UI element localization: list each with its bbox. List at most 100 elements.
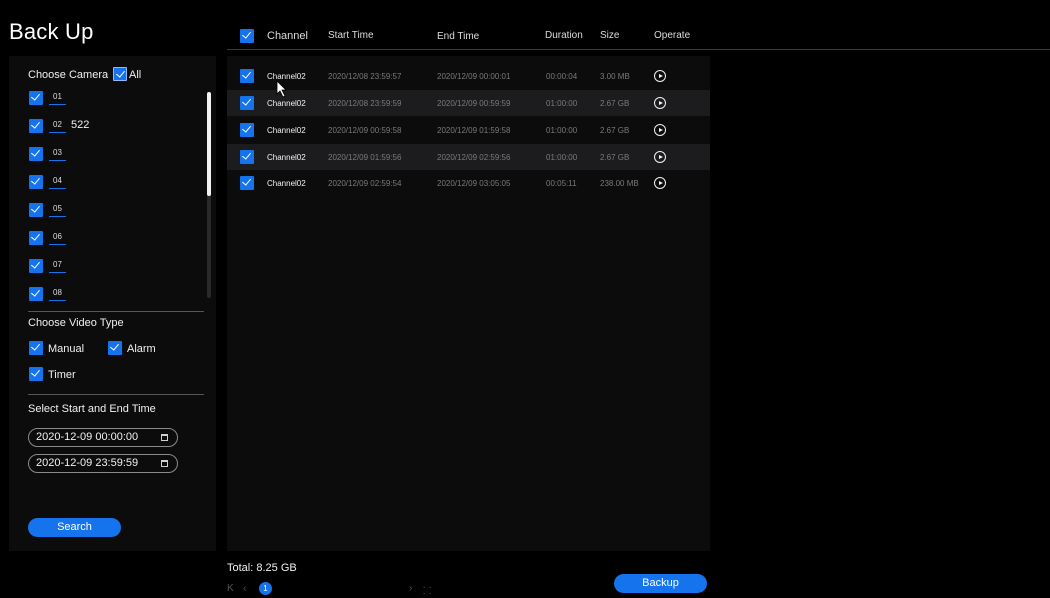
page-title: Back Up [9, 19, 94, 44]
cell-size: 3.00 MB [600, 72, 630, 81]
camera-item-07[interactable]: 07 [29, 258, 199, 286]
camera-checkbox[interactable] [29, 287, 43, 301]
play-icon[interactable] [654, 177, 666, 189]
cell-size: 2.67 GB [600, 126, 630, 135]
cell-duration: 01:00:00 [546, 99, 578, 108]
camera-checkbox[interactable] [29, 175, 43, 189]
play-icon[interactable] [654, 70, 666, 82]
start-time-field[interactable]: 2020-12-09 00:00:00 [28, 428, 178, 447]
row-checkbox[interactable] [240, 176, 254, 190]
camera-checkbox[interactable] [29, 119, 43, 133]
camera-item-02[interactable]: 02 522 [29, 118, 199, 146]
cell-size: 2.67 GB [600, 99, 630, 108]
play-icon[interactable] [654, 124, 666, 136]
camera-number: 03 [49, 147, 66, 161]
header-divider [227, 49, 1050, 50]
camera-number: 04 [49, 175, 66, 189]
table-row[interactable]: Channel02 2020/12/08 23:59:59 2020/12/09… [227, 90, 710, 116]
manual-checkbox[interactable] [29, 341, 43, 356]
timer-checkbox[interactable] [29, 367, 43, 382]
camera-item-01[interactable]: 01 [29, 90, 199, 118]
cell-end-time: 2020/12/09 02:59:56 [437, 153, 511, 162]
play-icon[interactable] [654, 97, 666, 109]
end-time-field[interactable]: 2020-12-09 23:59:59 [28, 454, 178, 473]
table-header: Channel Start Time End Time Duration Siz… [227, 28, 710, 46]
camera-number: 08 [49, 287, 66, 301]
row-checkbox[interactable] [240, 150, 254, 164]
section-divider [28, 311, 204, 312]
camera-item-03[interactable]: 03 [29, 146, 199, 174]
video-type-timer[interactable]: Timer [29, 367, 76, 382]
next-page-icon[interactable]: › [409, 583, 412, 594]
search-button[interactable]: Search [28, 518, 121, 537]
cell-duration: 00:00:04 [546, 72, 578, 81]
camera-checkbox[interactable] [29, 147, 43, 161]
start-time-value: 2020-12-09 00:00:00 [36, 431, 139, 443]
section-divider [28, 394, 204, 395]
all-cameras-label: All [129, 69, 142, 81]
play-icon[interactable] [654, 151, 666, 163]
cell-size: 238.00 MB [600, 179, 639, 188]
camera-list: 01 02 522 03 04 05 06 07 08 [29, 90, 199, 314]
choose-camera-label: Choose Camera [28, 69, 109, 81]
backup-button[interactable]: Backup [614, 574, 707, 593]
cell-channel: Channel02 [267, 99, 306, 108]
manual-label: Manual [48, 343, 85, 355]
camera-list-scroll-thumb[interactable] [207, 92, 211, 196]
camera-name: 522 [71, 119, 90, 131]
cell-channel: Channel02 [267, 153, 306, 162]
mouse-cursor-icon [276, 80, 287, 98]
all-cameras-toggle[interactable]: All [113, 67, 142, 82]
column-header-channel: Channel [267, 30, 308, 42]
first-page-icon[interactable]: K [227, 583, 234, 594]
cell-start-time: 2020/12/09 02:59:54 [328, 179, 402, 188]
cell-duration: 00:05:11 [546, 179, 577, 188]
cell-end-time: 2020/12/09 01:59:58 [437, 126, 511, 135]
camera-item-08[interactable]: 08 [29, 286, 199, 314]
table-row[interactable]: Channel02 2020/12/09 00:59:58 2020/12/09… [227, 117, 710, 143]
camera-checkbox[interactable] [29, 91, 43, 105]
cell-channel: Channel02 [267, 179, 306, 188]
column-header-duration: Duration [545, 30, 583, 41]
current-page[interactable]: 1 [259, 582, 272, 595]
column-header-end-time: End Time [437, 31, 480, 42]
calendar-icon[interactable] [161, 460, 168, 467]
row-checkbox[interactable] [240, 96, 254, 110]
camera-item-04[interactable]: 04 [29, 174, 199, 202]
all-cameras-checkbox[interactable] [113, 67, 127, 82]
cell-duration: 01:00:00 [546, 126, 578, 135]
cell-start-time: 2020/12/09 00:59:58 [328, 126, 402, 135]
camera-number: 07 [49, 259, 66, 273]
timer-label: Timer [48, 369, 76, 381]
camera-checkbox[interactable] [29, 259, 43, 273]
choose-video-type-label: Choose Video Type [28, 317, 124, 329]
row-checkbox[interactable] [240, 69, 254, 83]
pagination: K ‹ 1 › ⸬ [227, 581, 437, 597]
column-header-start-time: Start Time [328, 30, 374, 41]
camera-item-05[interactable]: 05 [29, 202, 199, 230]
last-page-icon[interactable]: ⸬ [423, 583, 431, 597]
camera-number: 02 [49, 119, 66, 133]
cell-size: 2.67 GB [600, 153, 630, 162]
alarm-checkbox[interactable] [108, 341, 122, 356]
camera-checkbox[interactable] [29, 203, 43, 217]
row-checkbox[interactable] [240, 123, 254, 137]
column-header-operate: Operate [654, 30, 691, 41]
filter-sidebar: Choose Camera All 01 02 522 03 04 05 06 [9, 56, 216, 551]
table-row[interactable]: Channel02 2020/12/09 02:59:54 2020/12/09… [227, 170, 710, 196]
video-type-manual[interactable]: Manual [29, 341, 85, 356]
select-all-rows-checkbox[interactable] [240, 29, 254, 43]
camera-checkbox[interactable] [29, 231, 43, 245]
camera-number: 01 [49, 91, 66, 105]
table-row[interactable]: Channel02 2020/12/09 01:59:56 2020/12/09… [227, 144, 710, 170]
calendar-icon[interactable] [161, 434, 168, 441]
video-type-alarm[interactable]: Alarm [108, 341, 156, 356]
cell-start-time: 2020/12/08 23:59:57 [328, 72, 402, 81]
cell-end-time: 2020/12/09 03:05:05 [437, 179, 511, 188]
cell-duration: 01:00:00 [546, 153, 578, 162]
prev-page-icon[interactable]: ‹ [243, 583, 246, 594]
cell-start-time: 2020/12/08 23:59:59 [328, 99, 402, 108]
camera-item-06[interactable]: 06 [29, 230, 199, 258]
table-row[interactable]: Channel02 2020/12/08 23:59:57 2020/12/09… [227, 63, 710, 89]
camera-number: 05 [49, 203, 66, 217]
